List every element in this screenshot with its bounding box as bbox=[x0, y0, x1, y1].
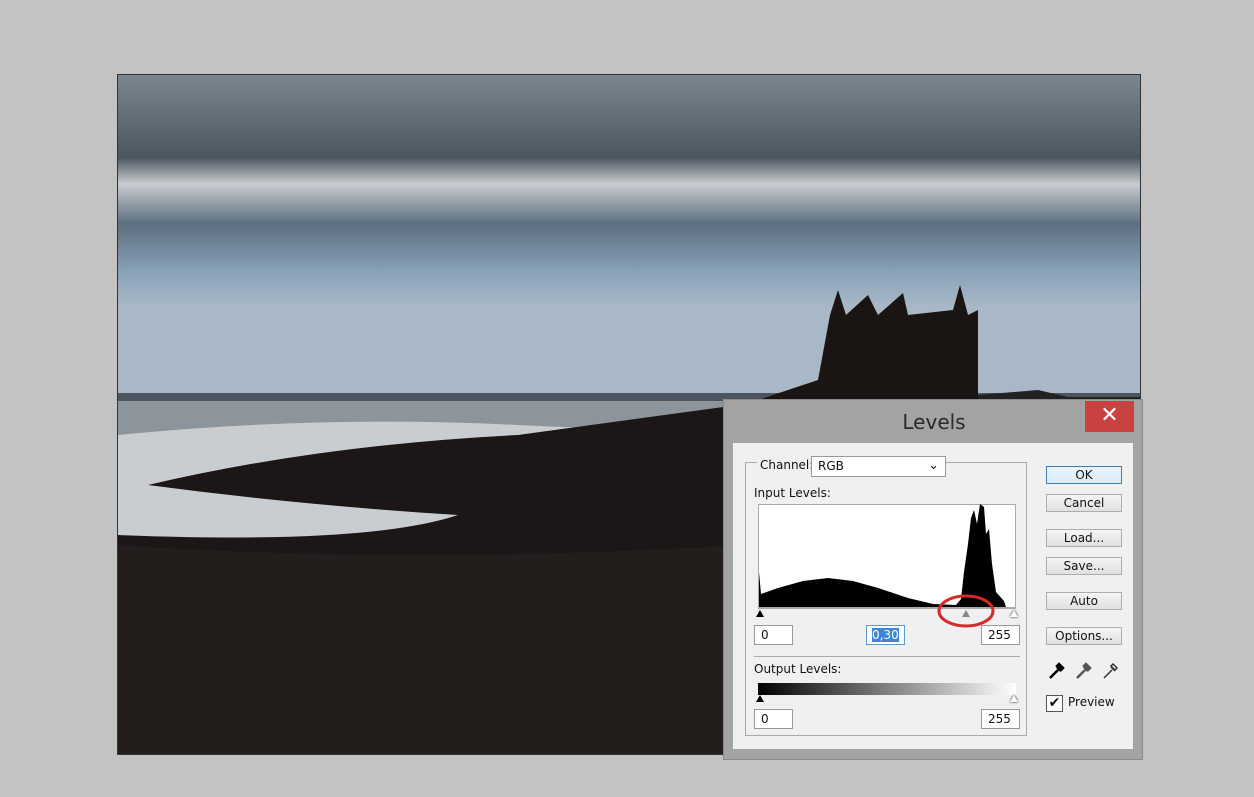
preview-checkbox[interactable]: ✔ bbox=[1046, 695, 1063, 712]
output-levels-label: Output Levels: bbox=[754, 662, 842, 676]
ok-button[interactable]: OK bbox=[1046, 466, 1122, 484]
load-button[interactable]: Load... bbox=[1046, 529, 1122, 547]
save-button[interactable]: Save... bbox=[1046, 557, 1122, 575]
auto-button[interactable]: Auto bbox=[1046, 592, 1122, 610]
input-gamma-value: 0,30 bbox=[872, 628, 899, 642]
levels-dialog: Levels ✕ Channel: RGB ⌄ Input Levels: 0 … bbox=[723, 399, 1143, 760]
input-levels-label: Input Levels: bbox=[754, 486, 831, 500]
preview-label: Preview bbox=[1068, 695, 1115, 709]
output-white-slider[interactable] bbox=[1010, 695, 1018, 702]
close-icon: ✕ bbox=[1100, 403, 1119, 428]
output-black-field[interactable]: 0 bbox=[754, 709, 793, 729]
input-black-field[interactable]: 0 bbox=[754, 625, 793, 645]
histogram bbox=[758, 504, 1016, 608]
channel-label: Channel: bbox=[757, 458, 817, 472]
checkmark-icon: ✔ bbox=[1048, 695, 1061, 711]
output-white-field[interactable]: 255 bbox=[981, 709, 1020, 729]
input-black-slider[interactable] bbox=[756, 610, 764, 617]
channel-select[interactable]: RGB ⌄ bbox=[811, 456, 946, 477]
black-point-eyedropper-icon[interactable] bbox=[1047, 662, 1065, 680]
input-gamma-field[interactable]: 0,30 bbox=[866, 625, 905, 645]
chevron-down-icon: ⌄ bbox=[928, 458, 939, 473]
dialog-title: Levels bbox=[902, 410, 966, 434]
channel-value: RGB bbox=[818, 459, 844, 473]
close-button[interactable]: ✕ bbox=[1085, 401, 1134, 432]
divider bbox=[754, 656, 1020, 657]
input-white-field[interactable]: 255 bbox=[981, 625, 1020, 645]
white-point-eyedropper-icon[interactable] bbox=[1101, 662, 1119, 680]
cancel-button[interactable]: Cancel bbox=[1046, 494, 1122, 512]
output-gradient bbox=[758, 683, 1016, 695]
output-black-slider[interactable] bbox=[756, 695, 764, 702]
input-white-slider[interactable] bbox=[1010, 610, 1018, 617]
gray-point-eyedropper-icon[interactable] bbox=[1074, 662, 1092, 680]
options-button[interactable]: Options... bbox=[1046, 627, 1122, 645]
